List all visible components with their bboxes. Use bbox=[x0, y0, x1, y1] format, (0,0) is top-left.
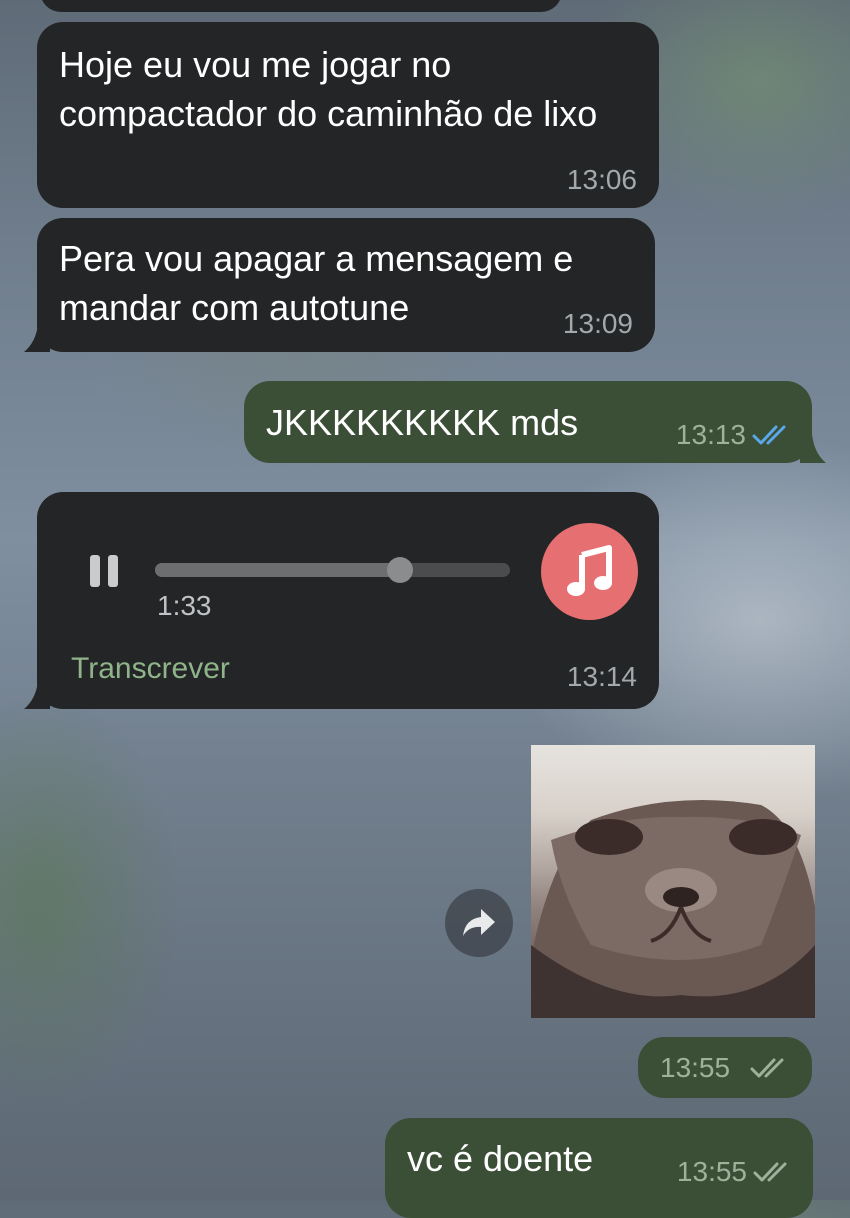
message-time: 13:06 bbox=[566, 164, 637, 195]
audio-progress-track[interactable] bbox=[155, 557, 510, 583]
message-text: Hoje eu vou me jogar no compactador do c… bbox=[59, 44, 598, 134]
voice-message-bubble[interactable]: 1:33 Transcrever 13:14 bbox=[37, 492, 659, 709]
audio-progress-fill bbox=[155, 563, 400, 577]
message-time: 13:14 bbox=[566, 661, 637, 692]
audio-duration: 1:33 bbox=[157, 590, 212, 621]
music-badge[interactable] bbox=[541, 523, 638, 620]
image-timestamp-bubble: 13:55 bbox=[638, 1037, 812, 1098]
message-time: 13:55 bbox=[660, 1052, 731, 1083]
message-bubble-outgoing[interactable]: vc é doente 13:55 bbox=[385, 1118, 813, 1218]
pause-button[interactable] bbox=[87, 555, 123, 587]
message-time: 13:09 bbox=[562, 308, 633, 339]
previous-message-bubble[interactable] bbox=[40, 0, 562, 12]
bubble-tail bbox=[24, 320, 50, 352]
bubble-tail bbox=[800, 430, 826, 463]
message-bubble-outgoing[interactable]: JKKKKKKKKK mds 13:13 bbox=[244, 381, 812, 463]
read-double-check-icon bbox=[752, 425, 786, 445]
audio-scrubber-handle[interactable] bbox=[386, 557, 413, 583]
delivered-double-check-icon bbox=[750, 1058, 784, 1078]
message-time: 13:55 bbox=[676, 1156, 747, 1187]
music-note-icon bbox=[567, 545, 612, 596]
message-text: Pera vou apagar a mensagem e mandar com … bbox=[59, 238, 574, 328]
pause-icon bbox=[87, 555, 123, 587]
message-bubble-incoming[interactable]: Pera vou apagar a mensagem e mandar com … bbox=[37, 218, 655, 352]
message-time: 13:13 bbox=[675, 419, 746, 450]
message-bubble-incoming[interactable]: Hoje eu vou me jogar no compactador do c… bbox=[37, 22, 659, 208]
delivered-double-check-icon bbox=[753, 1162, 787, 1182]
cat-photo[interactable] bbox=[531, 745, 815, 1018]
forward-arrow-icon bbox=[463, 909, 495, 936]
bubble-tail bbox=[24, 677, 50, 709]
forward-button[interactable] bbox=[445, 889, 513, 957]
transcribe-link[interactable]: Transcrever bbox=[71, 652, 230, 686]
cat-face-image bbox=[531, 800, 815, 1018]
